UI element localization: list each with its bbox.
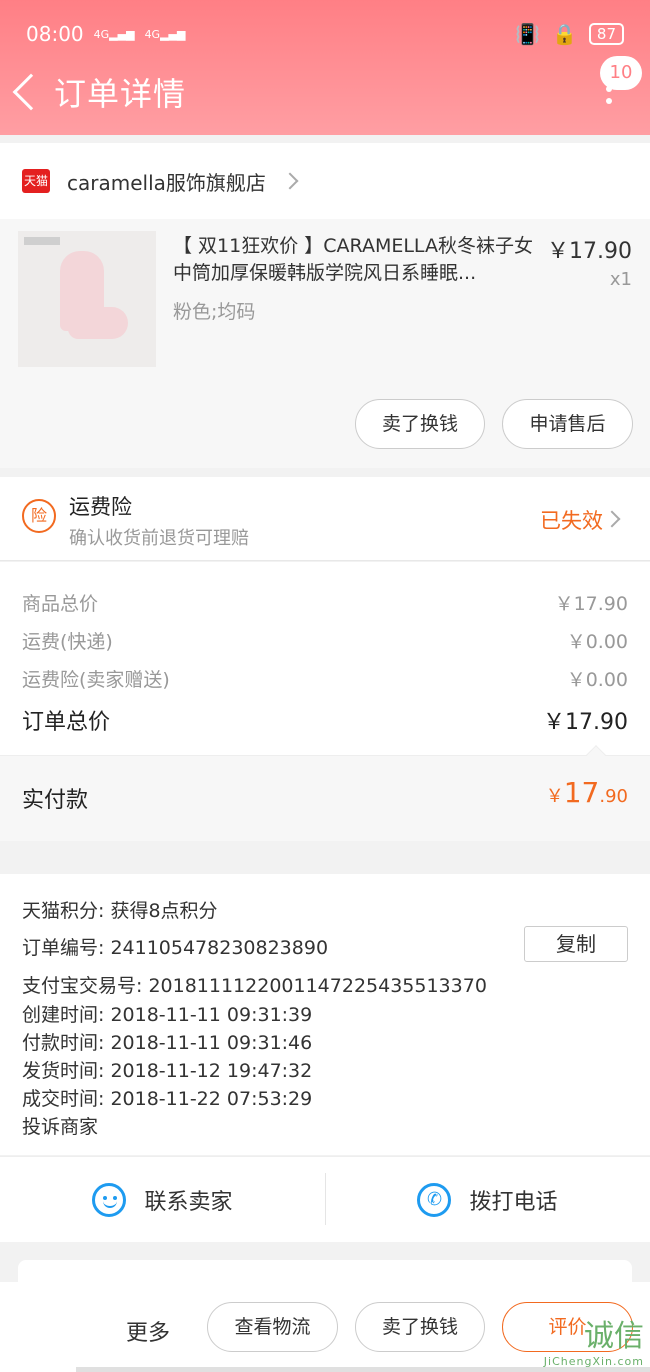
cost-value: ￥17.90	[554, 593, 628, 615]
contact-seller-label: 联系卖家	[144, 1189, 233, 1215]
tmall-logo-icon: 天猫	[22, 169, 50, 193]
lock-icon: 🔒	[552, 22, 577, 46]
status-time: 08:00	[26, 22, 84, 46]
paid-time: 付款时间: 2018-11-11 09:31:46	[22, 1032, 313, 1054]
contact-bar: 联系卖家 ✆ 拨打电话	[0, 1156, 650, 1242]
after-sale-button[interactable]: 申请售后	[502, 399, 633, 449]
vibrate-icon: 📳	[515, 22, 540, 46]
sell-for-cash-button[interactable]: 卖了换钱	[355, 399, 485, 449]
insurance-subtitle: 确认收货前退货可理赔	[69, 528, 249, 549]
product-thumbnail[interactable]	[18, 231, 156, 367]
back-arrow-icon[interactable]	[12, 73, 50, 111]
closed-time: 成交时间: 2018-11-22 07:53:29	[22, 1088, 313, 1110]
cost-row: 运费险(卖家赠送) ￥0.00	[22, 665, 628, 692]
signal-icon-2: 4G▂▄▆	[144, 27, 186, 41]
contact-seller-button[interactable]: 联系卖家	[0, 1157, 325, 1242]
cost-label: 运费险(卖家赠送)	[22, 669, 170, 691]
shop-row[interactable]: 天猫 caramella服饰旗舰店	[0, 143, 650, 219]
actual-payment: 实付款 ￥17.90	[0, 745, 650, 841]
copy-button[interactable]: 复制	[524, 926, 628, 962]
cost-value: ￥0.00	[566, 669, 628, 691]
message-badge[interactable]: 10	[600, 56, 642, 90]
cost-label: 商品总价	[22, 593, 99, 615]
shipped-time: 发货时间: 2018-11-12 19:47:32	[22, 1060, 313, 1082]
order-total-label: 订单总价	[22, 710, 111, 735]
insurance-icon: 险	[22, 499, 56, 533]
product-sku: 粉色;均码	[173, 301, 256, 323]
alipay-number: 支付宝交易号: 2018111122001147225435513370	[22, 975, 487, 997]
cost-value: ￥0.00	[566, 631, 628, 653]
order-item[interactable]: 【 双11狂欢价 】CARAMELLA秋冬袜子女中筒加厚保暖韩版学院风日系睡眠.…	[0, 219, 650, 468]
product-quantity: x1	[609, 269, 632, 290]
created-time: 创建时间: 2018-11-11 09:31:39	[22, 1004, 313, 1026]
more-button[interactable]: 更多	[126, 1315, 170, 1347]
product-price: ￥17.90	[547, 239, 632, 264]
order-number: 订单编号: 241105478230823890	[22, 937, 329, 959]
cost-summary: 商品总价 ￥17.90 运费(快递) ￥0.00 运费险(卖家赠送) ￥0.00 订单…	[0, 562, 650, 755]
order-total-value: ￥17.90	[543, 710, 628, 735]
signal-icon: 4G▂▄▆	[93, 27, 135, 41]
chat-icon	[92, 1182, 127, 1217]
order-info: 天猫积分: 获得8点积分 订单编号: 241105478230823890 复制…	[0, 874, 650, 1155]
product-title: 【 双11狂欢价 】CARAMELLA秋冬袜子女中筒加厚保暖韩版学院风日系睡眠.…	[173, 235, 533, 284]
phone-icon: ✆	[417, 1182, 452, 1217]
shipping-insurance-row[interactable]: 险 运费险 确认收货前退货可理赔 已失效	[0, 477, 650, 561]
nav-bar: 订单详情 10	[0, 56, 650, 120]
status-bar: 08:00 4G▂▄▆ 4G▂▄▆ 📳 🔒 87	[26, 20, 624, 48]
cost-row: 运费(快递) ￥0.00	[22, 627, 628, 654]
order-total-row: 订单总价 ￥17.90	[22, 704, 628, 736]
complain-link[interactable]: 投诉商家	[22, 1112, 98, 1139]
shop-name: caramella服饰旗舰店	[67, 170, 266, 195]
cost-label: 运费(快递)	[22, 631, 113, 653]
insurance-title: 运费险	[69, 495, 132, 519]
chevron-right-icon	[281, 172, 299, 190]
bottom-action-bar: 更多 查看物流 卖了换钱 评价 诚信 JiChengXin.com	[0, 1282, 650, 1372]
chevron-right-icon	[603, 510, 621, 528]
cost-row: 商品总价 ￥17.90	[22, 589, 628, 616]
points-info: 天猫积分: 获得8点积分	[22, 900, 218, 922]
sell-button[interactable]: 卖了换钱	[355, 1302, 485, 1352]
insurance-status: 已失效	[540, 509, 603, 533]
paid-amount: ￥17.90	[545, 776, 628, 809]
call-phone-button[interactable]: ✆ 拨打电话	[325, 1157, 650, 1242]
page-title: 订单详情	[54, 75, 187, 113]
battery-level: 87	[588, 23, 624, 45]
call-phone-label: 拨打电话	[469, 1189, 558, 1215]
more-menu-icon[interactable]	[606, 86, 612, 110]
paid-label: 实付款	[22, 788, 89, 813]
view-logistics-button[interactable]: 查看物流	[207, 1302, 338, 1352]
watermark-logo: 诚信 JiChengXin.com	[543, 1319, 644, 1368]
header: 08:00 4G▂▄▆ 4G▂▄▆ 📳 🔒 87 订单详情 10	[0, 0, 650, 135]
